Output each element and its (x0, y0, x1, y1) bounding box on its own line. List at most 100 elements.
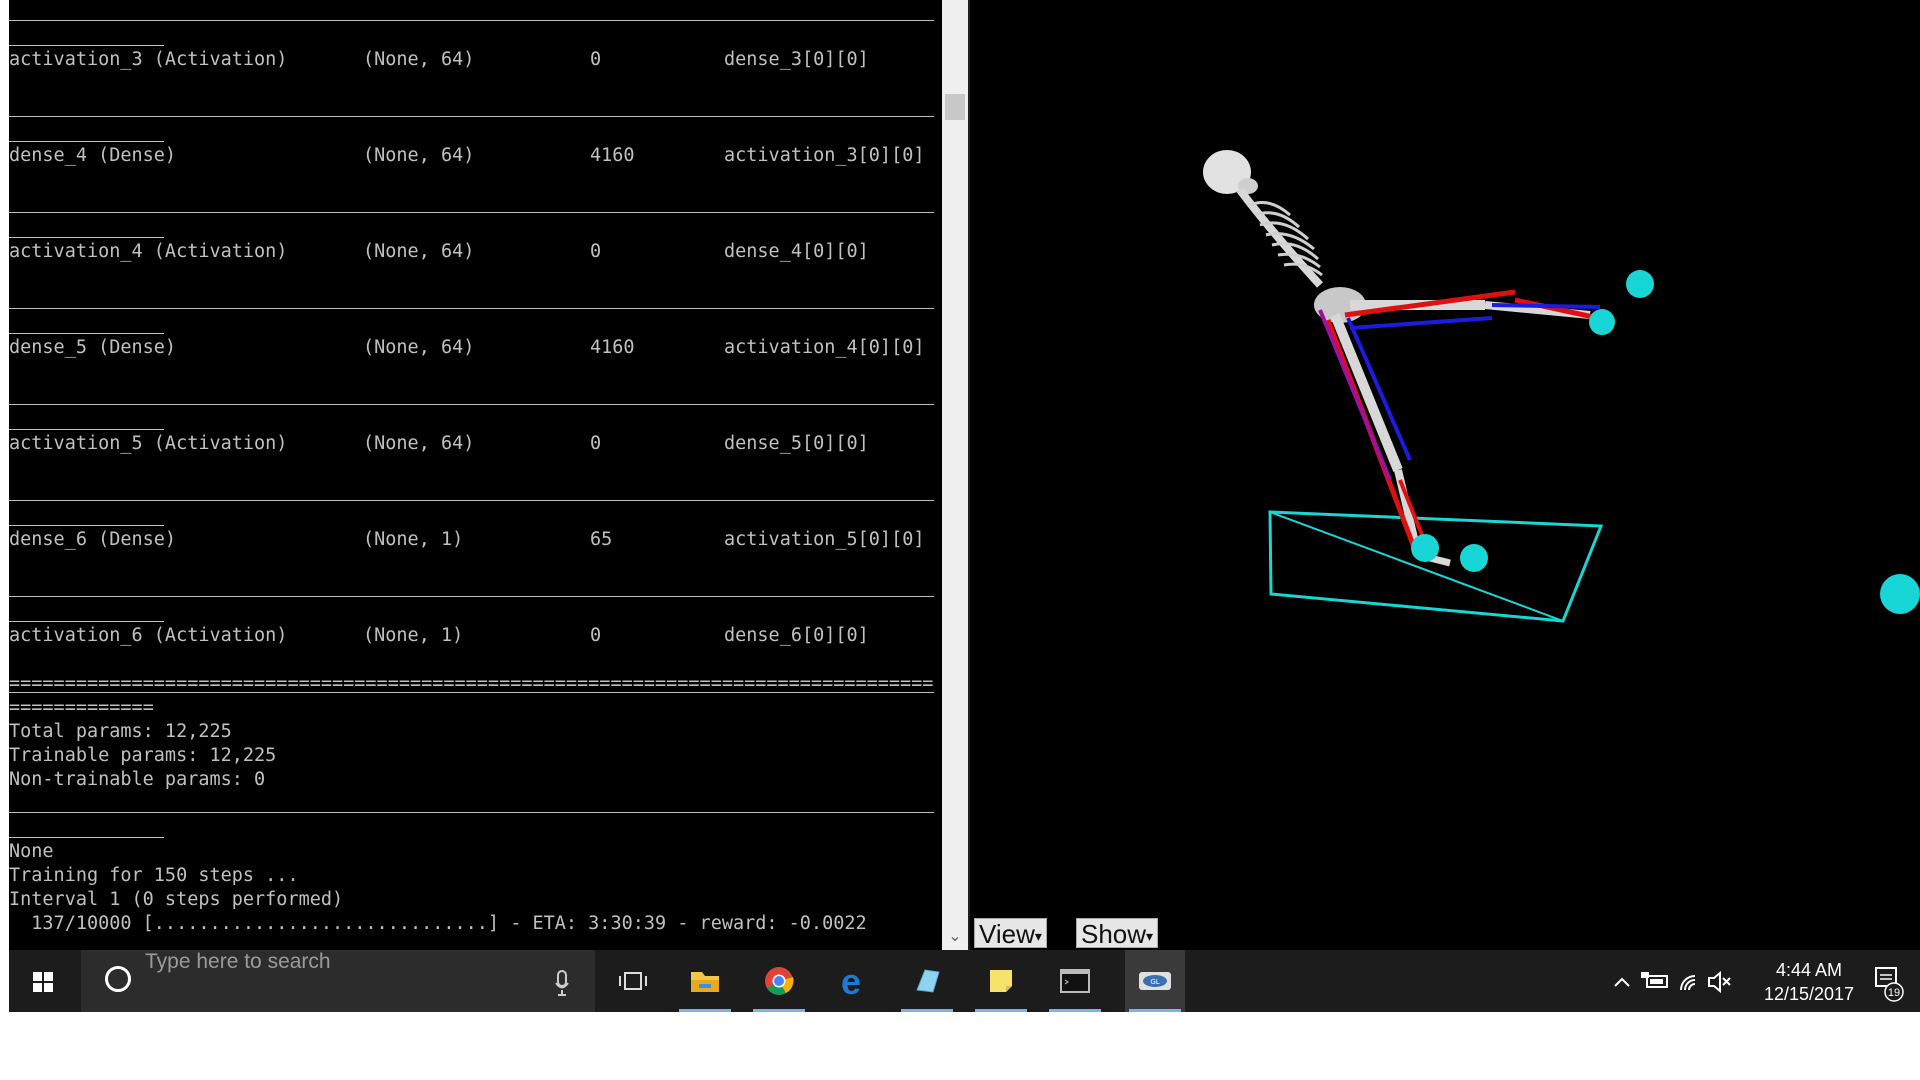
connected-to-cell: dense_6[0][0] (724, 625, 869, 646)
start-button[interactable] (9, 950, 73, 1012)
cortana-icon (105, 966, 131, 992)
layer-name-cell: activation_3 (Activation) (9, 49, 288, 70)
clock-time: 4:44 AM (1775, 960, 1843, 980)
layer-name-cell: dense_5 (Dense) (9, 337, 177, 358)
console-scrollbar[interactable]: ⌄ (942, 0, 968, 950)
microphone-icon[interactable] (555, 970, 569, 996)
layer-row: dense_6 (Dense) (None, 1) 65 activation_5[0… (9, 528, 942, 552)
paint-button[interactable] (897, 950, 957, 1012)
connected-to-cell: dense_4[0][0] (724, 241, 869, 262)
table-rule (9, 812, 934, 813)
layer-name-cell: activation_6 (Activation) (9, 625, 288, 646)
param-count-cell: 0 (590, 241, 602, 262)
edge-icon: e (841, 961, 861, 1002)
progress-line: 137/10000 [.............................… (9, 913, 867, 934)
dropdown-arrow-icon: ▾ (1146, 928, 1154, 945)
running-indicator (975, 1009, 1027, 1012)
running-indicator (679, 1009, 731, 1012)
opengl-viewport[interactable]: View▾ Show▾ (970, 0, 1920, 950)
layer-row: dense_4 (Dense) (None, 64) 4160 activation_… (9, 144, 942, 168)
opengl-app-button[interactable]: GL (1125, 950, 1185, 1012)
scroll-down-arrow-icon[interactable]: ⌄ (942, 922, 968, 950)
taskbar-search-box[interactable]: Type here to search (81, 950, 595, 1012)
marker-sphere (1880, 574, 1920, 614)
file-explorer-button[interactable] (675, 950, 735, 1012)
marker-sphere (1411, 534, 1439, 562)
taskbar-clock[interactable]: 4:44 AM 12/15/2017 (1749, 958, 1869, 1006)
system-tray (1614, 970, 1731, 994)
opengl-icon: GL (1139, 972, 1171, 990)
console-output: activation_3 (Activation) (None, 64) 0 dens… (9, 0, 942, 934)
layer-row: activation_6 (Activation) (None, 1) 0 dense… (9, 624, 942, 648)
table-rule-short (9, 333, 164, 334)
table-rule-short (9, 237, 164, 238)
marker-sphere (1626, 270, 1654, 298)
battery-icon[interactable] (1641, 972, 1668, 988)
table-rule (9, 20, 934, 21)
view-menu-button[interactable]: View▾ (974, 918, 1047, 949)
desktop-screen: activation_3 (Activation) (None, 64) 0 dens… (0, 0, 1920, 1012)
notification-count: 19 (1888, 987, 1900, 999)
connected-to-cell: dense_5[0][0] (724, 433, 869, 454)
table-rule (9, 212, 934, 213)
non-trainable-params: Non-trainable params: 0 (9, 769, 266, 790)
connected-to-cell: activation_4[0][0] (724, 337, 925, 358)
chrome-button[interactable] (749, 950, 809, 1012)
double-rule-tail: ============= (9, 697, 154, 718)
layer-name-cell: activation_5 (Activation) (9, 433, 288, 454)
ground-plate-diagonal (1269, 511, 1564, 622)
sticky-note-icon (990, 970, 1012, 992)
muscle-blue (1491, 303, 1601, 309)
search-placeholder: Type here to search (145, 950, 331, 973)
terminal-icon (1060, 969, 1090, 993)
running-indicator (901, 1009, 953, 1012)
view-button-label: View (979, 919, 1035, 949)
show-hidden-icons-icon[interactable] (1614, 977, 1630, 987)
param-count-cell: 0 (590, 625, 602, 646)
table-rule (9, 596, 934, 597)
param-count-cell: 0 (590, 49, 602, 70)
table-rule (9, 308, 934, 309)
running-indicator (1049, 1009, 1101, 1012)
training-line: Training for 150 steps ... (9, 865, 299, 886)
clock-date: 12/15/2017 (1763, 984, 1855, 1004)
table-rule-short (9, 45, 164, 46)
show-menu-button[interactable]: Show▾ (1076, 918, 1159, 949)
wifi-icon[interactable] (1680, 975, 1696, 991)
scroll-thumb[interactable] (945, 94, 965, 120)
sticky-notes-button[interactable] (971, 950, 1031, 1012)
param-count-cell: 4160 (590, 337, 635, 358)
layer-row: activation_4 (Activation) (None, 64) 0 dens… (9, 240, 942, 264)
table-rule-short (9, 525, 164, 526)
table-rule-short (9, 429, 164, 430)
output-shape-cell: (None, 64) (363, 433, 475, 454)
volume-muted-icon[interactable] (1708, 970, 1731, 994)
muscle-blue (1349, 316, 1493, 330)
table-rule-short (9, 621, 164, 622)
console-window[interactable]: activation_3 (Activation) (None, 64) 0 dens… (9, 0, 942, 950)
trainable-params: Trainable params: 12,225 (9, 745, 277, 766)
taskbar: Type here to search e GL 4:44 AM 12/15/2… (9, 950, 1920, 1012)
connected-to-cell: activation_5[0][0] (724, 529, 925, 550)
output-shape-cell: (None, 64) (363, 241, 475, 262)
layer-name-cell: dense_6 (Dense) (9, 529, 177, 550)
svg-text:e: e (841, 961, 861, 1002)
action-center-button[interactable]: 19 (1861, 950, 1911, 1012)
edge-button[interactable]: e (821, 950, 881, 1012)
table-rule (9, 500, 934, 501)
output-shape-cell: (None, 64) (363, 337, 475, 358)
table-rule-short (9, 141, 164, 142)
chrome-icon (765, 967, 794, 995)
paint-icon (916, 969, 940, 993)
skeleton-scene (1203, 150, 1920, 623)
connected-to-cell: activation_3[0][0] (724, 145, 925, 166)
task-view-icon (619, 972, 647, 990)
task-view-button[interactable] (603, 950, 663, 1012)
param-count-cell: 0 (590, 433, 602, 454)
femur-standing (1330, 313, 1403, 472)
ground-plate (1268, 510, 1604, 623)
command-prompt-button[interactable] (1045, 950, 1105, 1012)
output-shape-cell: (None, 64) (363, 145, 475, 166)
rib-cage (1249, 201, 1323, 277)
marker-sphere (1460, 544, 1488, 572)
